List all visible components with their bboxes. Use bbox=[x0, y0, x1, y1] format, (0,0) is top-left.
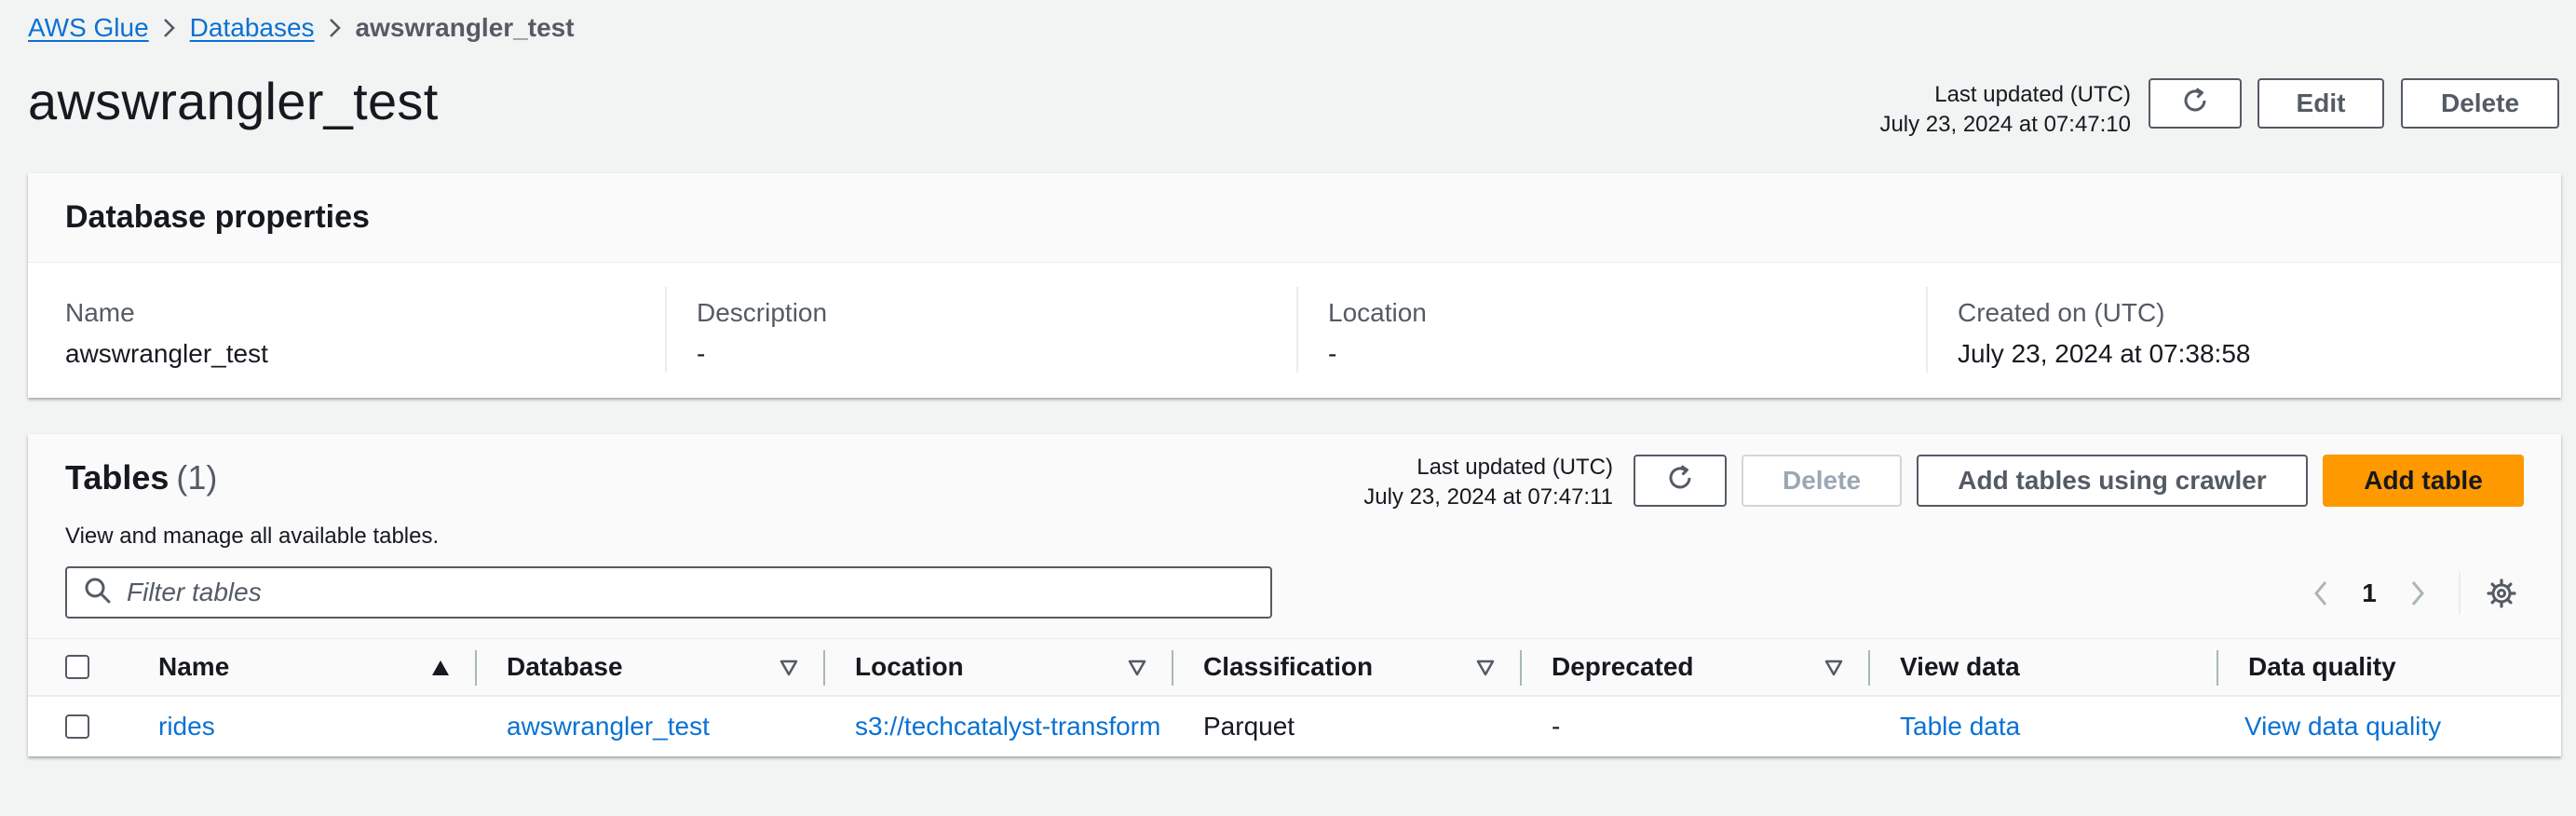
tables-panel: Tables (1) View and manage all available … bbox=[28, 434, 2561, 756]
chevron-right-icon bbox=[315, 17, 356, 39]
sort-ascending-icon[interactable] bbox=[430, 659, 451, 682]
sort-icon[interactable] bbox=[1824, 659, 1844, 682]
column-header-database[interactable]: Database bbox=[507, 639, 739, 695]
column-divider[interactable] bbox=[823, 650, 825, 686]
divider bbox=[1926, 287, 1928, 373]
page-number[interactable]: 1 bbox=[2341, 578, 2397, 608]
property-description: Description - bbox=[665, 287, 1298, 373]
property-name: Name awswrangler_test bbox=[65, 287, 661, 373]
table-header-row: Name Database Location Classification De… bbox=[28, 639, 2561, 697]
row-select-cell bbox=[65, 697, 102, 756]
column-divider[interactable] bbox=[1868, 650, 1870, 686]
column-header-location[interactable]: Location bbox=[855, 639, 1088, 695]
breadcrumb-aws-glue[interactable]: AWS Glue bbox=[28, 13, 149, 43]
property-value: - bbox=[1328, 339, 1337, 368]
column-header-view-data: View data bbox=[1900, 652, 2020, 681]
table-data-link[interactable]: Table data bbox=[1900, 697, 2207, 756]
tables-header: Tables (1) View and manage all available … bbox=[28, 434, 2561, 639]
view-data-quality-link[interactable]: View data quality bbox=[2244, 697, 2552, 756]
divider bbox=[665, 287, 667, 373]
sort-icon[interactable] bbox=[1127, 659, 1147, 682]
filter-tables-input[interactable] bbox=[127, 578, 1226, 607]
delete-button[interactable]: Delete bbox=[2401, 78, 2559, 129]
property-label: Description bbox=[697, 298, 828, 327]
column-divider[interactable] bbox=[1172, 650, 1173, 686]
divider bbox=[1296, 287, 1298, 373]
tables-title-text: Tables bbox=[65, 458, 169, 496]
row-checkbox[interactable] bbox=[65, 714, 89, 739]
table-row: rides awswrangler_test s3://techcatalyst… bbox=[28, 697, 2561, 756]
database-link[interactable]: awswrangler_test bbox=[507, 697, 814, 756]
classification-value: Parquet bbox=[1203, 712, 1295, 741]
select-all-cell bbox=[65, 639, 102, 695]
column-divider[interactable] bbox=[475, 650, 477, 686]
tables-count: (1) bbox=[176, 458, 218, 496]
tables-last-updated: Last updated (UTC) July 23, 2024 at 07:4… bbox=[1363, 453, 1613, 512]
column-header-data-quality: Data quality bbox=[2248, 652, 2396, 681]
location-link[interactable]: s3://techcatalyst-transform bbox=[855, 697, 1172, 756]
property-value: July 23, 2024 at 07:38:58 bbox=[1958, 339, 2251, 368]
column-divider[interactable] bbox=[2217, 650, 2218, 686]
last-updated-value: July 23, 2024 at 07:47:10 bbox=[1879, 112, 2131, 137]
breadcrumb: AWS Glue Databases awswrangler_test bbox=[28, 13, 575, 43]
property-location: Location - bbox=[1296, 287, 1930, 373]
tables-title: Tables (1) bbox=[65, 458, 217, 497]
pagination: 1 bbox=[2300, 568, 2522, 619]
column-header-deprecated[interactable]: Deprecated bbox=[1552, 639, 1794, 695]
tables-refresh-button[interactable] bbox=[1634, 455, 1727, 507]
column-header-classification[interactable]: Classification bbox=[1203, 639, 1464, 695]
divider bbox=[2459, 572, 2461, 615]
tables-last-updated-value: July 23, 2024 at 07:47:11 bbox=[1363, 484, 1613, 510]
sort-icon[interactable] bbox=[779, 659, 799, 682]
page-title: awswrangler_test bbox=[28, 72, 439, 130]
breadcrumb-databases[interactable]: Databases bbox=[190, 13, 315, 43]
database-properties-title: Database properties bbox=[65, 199, 370, 235]
tables-description: View and manage all available tables. bbox=[65, 524, 440, 549]
add-tables-using-crawler-button[interactable]: Add tables using crawler bbox=[1917, 455, 2308, 507]
tables-delete-button[interactable]: Delete bbox=[1742, 455, 1902, 507]
deprecated-value: - bbox=[1552, 712, 1561, 741]
table-name-link[interactable]: rides bbox=[158, 697, 456, 756]
tables-last-updated-label: Last updated (UTC) bbox=[1417, 455, 1613, 480]
column-divider[interactable] bbox=[1520, 650, 1522, 686]
property-value: - bbox=[697, 339, 706, 368]
refresh-icon bbox=[1664, 462, 1696, 500]
gear-icon[interactable] bbox=[2481, 573, 2522, 614]
property-label: Name bbox=[65, 298, 135, 327]
database-properties-header: Database properties bbox=[28, 173, 2561, 263]
column-header-name[interactable]: Name bbox=[158, 639, 382, 695]
chevron-right-icon[interactable] bbox=[2397, 573, 2438, 614]
database-properties-panel: Database properties Name awswrangler_tes… bbox=[28, 173, 2561, 398]
sort-icon[interactable] bbox=[1475, 659, 1496, 682]
chevron-right-icon bbox=[149, 17, 190, 39]
property-created-on: Created on (UTC) July 23, 2024 at 07:38:… bbox=[1926, 287, 2550, 373]
add-table-button[interactable]: Add table bbox=[2323, 455, 2524, 507]
search-icon bbox=[84, 577, 112, 609]
last-updated: Last updated (UTC) July 23, 2024 at 07:4… bbox=[1879, 80, 2131, 140]
property-label: Location bbox=[1328, 298, 1427, 327]
property-value: awswrangler_test bbox=[65, 339, 268, 368]
property-label: Created on (UTC) bbox=[1958, 298, 2165, 327]
refresh-button[interactable] bbox=[2149, 78, 2242, 129]
filter-tables-field[interactable] bbox=[65, 566, 1272, 619]
refresh-icon bbox=[2179, 85, 2211, 123]
edit-button[interactable]: Edit bbox=[2257, 78, 2384, 129]
select-all-checkbox[interactable] bbox=[65, 655, 89, 679]
breadcrumb-current: awswrangler_test bbox=[355, 13, 575, 42]
chevron-left-icon[interactable] bbox=[2300, 573, 2341, 614]
last-updated-label: Last updated (UTC) bbox=[1934, 82, 2131, 107]
